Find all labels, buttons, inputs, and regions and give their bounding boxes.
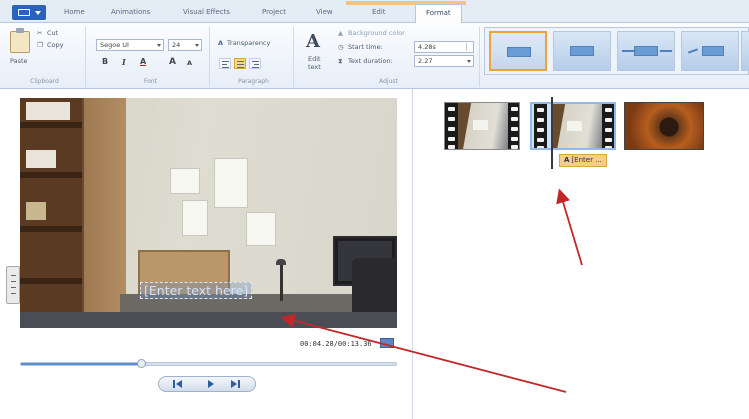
clipboard-group-label: Clipboard bbox=[30, 78, 59, 85]
bold-button[interactable]: B bbox=[102, 57, 108, 66]
workspace: [Enter text here] 00:04.28/00:13.36 A [E… bbox=[0, 89, 749, 419]
paragraph-group: A Transparency Paragraph bbox=[214, 27, 294, 87]
paste-icon bbox=[10, 28, 30, 53]
video-preview[interactable]: [Enter text here] bbox=[20, 98, 397, 328]
play-icon bbox=[208, 380, 214, 388]
seek-bar-progress bbox=[21, 363, 141, 365]
font-size-select[interactable]: 24 bbox=[168, 39, 202, 51]
effect-more[interactable] bbox=[741, 31, 749, 71]
edit-text-icon: A bbox=[306, 31, 320, 52]
effect-none[interactable] bbox=[489, 31, 547, 71]
text-duration-select[interactable]: 2.27 bbox=[414, 55, 474, 67]
font-family-value: Segoe UI bbox=[100, 41, 129, 49]
tab-project[interactable]: Project bbox=[262, 8, 286, 16]
text-effects-gallery bbox=[484, 27, 749, 75]
font-color-button[interactable]: A bbox=[140, 57, 146, 66]
paste-button[interactable]: Paste bbox=[4, 27, 36, 67]
caption-text-box[interactable]: [Enter text here] bbox=[140, 282, 253, 299]
file-menu-icon bbox=[18, 9, 30, 16]
font-group: Segoe UI 24 B I A A A Font bbox=[92, 27, 210, 87]
background-color-button[interactable]: ▲ Background color bbox=[338, 29, 428, 39]
video-floor bbox=[20, 312, 397, 328]
align-left-button[interactable] bbox=[219, 58, 231, 69]
start-time-input[interactable]: 4.28s bbox=[414, 41, 474, 53]
fullscreen-icon[interactable] bbox=[380, 338, 394, 348]
transparency-button[interactable]: A Transparency bbox=[218, 39, 290, 50]
playback-controls bbox=[158, 376, 256, 392]
effect-fly-in-left[interactable] bbox=[617, 31, 675, 71]
edit-text-label-line2: text bbox=[308, 63, 321, 71]
edit-text-label-line1: Edit bbox=[308, 55, 321, 63]
seek-thumb[interactable] bbox=[137, 359, 146, 368]
effect-fly-in-right[interactable] bbox=[681, 31, 739, 71]
grow-font-button[interactable]: A bbox=[169, 57, 176, 67]
background-color-label: Background color bbox=[348, 29, 405, 37]
video-paper bbox=[214, 158, 248, 208]
transparency-label: Transparency bbox=[227, 39, 271, 47]
copy-icon: ❐ bbox=[37, 41, 43, 49]
pane-splitter-handle[interactable] bbox=[6, 266, 20, 304]
adjust-group: A Edit text ▲ Background color ◷ Start t… bbox=[298, 27, 480, 87]
clipboard-group: Paste ✂ Cut ❐ Copy Clipboard bbox=[4, 27, 86, 87]
italic-button[interactable]: I bbox=[122, 57, 126, 67]
cut-icon: ✂ bbox=[37, 29, 43, 37]
tab-edit[interactable]: Edit bbox=[372, 8, 386, 16]
storyboard-clip[interactable] bbox=[624, 102, 704, 150]
preview-pane: [Enter text here] 00:04.28/00:13.36 bbox=[0, 89, 413, 419]
storyboard-clip-selected[interactable] bbox=[530, 102, 616, 150]
cut-button[interactable]: ✂ Cut bbox=[37, 29, 77, 39]
tab-view[interactable]: View bbox=[316, 8, 333, 16]
caption-icon: A bbox=[564, 156, 570, 164]
video-paper bbox=[246, 212, 276, 246]
font-group-label: Font bbox=[143, 78, 158, 85]
storyboard-pane: A [Enter ... bbox=[414, 89, 749, 419]
adjust-group-label: Adjust bbox=[379, 78, 398, 85]
transparency-icon: A bbox=[218, 39, 224, 47]
next-frame-button[interactable] bbox=[225, 379, 249, 389]
play-button[interactable] bbox=[199, 379, 223, 389]
tab-visual-effects[interactable]: Visual Effects bbox=[183, 8, 230, 16]
video-lamp bbox=[276, 259, 286, 301]
tab-format[interactable]: Format bbox=[415, 4, 462, 24]
cut-label: Cut bbox=[47, 29, 59, 37]
align-center-button[interactable] bbox=[234, 58, 246, 69]
tab-animations[interactable]: Animations bbox=[111, 8, 150, 16]
effect-fade[interactable] bbox=[553, 31, 611, 71]
caption-chip-label: [Enter ... bbox=[571, 156, 602, 164]
paragraph-group-label: Paragraph bbox=[238, 78, 269, 85]
clock-icon: ◷ bbox=[338, 43, 344, 51]
previous-frame-button[interactable] bbox=[169, 379, 193, 389]
edit-text-button[interactable]: A bbox=[304, 29, 324, 53]
chevron-down-icon bbox=[157, 44, 161, 47]
seek-bar[interactable] bbox=[20, 359, 397, 368]
paint-bucket-icon: ▲ bbox=[338, 29, 343, 37]
tab-home[interactable]: Home bbox=[64, 8, 85, 16]
video-paper bbox=[170, 168, 200, 194]
timecode: 00:04.28/00:13.36 bbox=[300, 340, 372, 348]
storyboard-clip[interactable] bbox=[444, 102, 520, 150]
paste-label: Paste bbox=[10, 57, 28, 65]
start-time-label: Start time: bbox=[348, 43, 383, 51]
start-time-value: 4.28s bbox=[418, 43, 436, 51]
video-bookshelf bbox=[20, 98, 82, 328]
file-menu-button[interactable] bbox=[12, 5, 46, 20]
text-duration-label: Text duration: bbox=[348, 57, 393, 65]
font-family-select[interactable]: Segoe UI bbox=[96, 39, 164, 51]
font-size-value: 24 bbox=[172, 41, 181, 49]
chevron-down-icon bbox=[467, 60, 471, 63]
ribbon-tab-bar: Home Animations Visual Effects Project V… bbox=[0, 0, 749, 24]
playhead-marker[interactable] bbox=[551, 97, 553, 169]
shrink-font-button[interactable]: A bbox=[187, 59, 192, 67]
chevron-down-icon bbox=[35, 11, 41, 15]
copy-label: Copy bbox=[47, 41, 64, 49]
spinner-icon[interactable] bbox=[466, 43, 472, 51]
text-duration-value: 2.27 bbox=[418, 57, 433, 65]
chevron-down-icon bbox=[195, 44, 199, 47]
caption-chip[interactable]: A [Enter ... bbox=[559, 154, 607, 167]
copy-button[interactable]: ❐ Copy bbox=[37, 41, 81, 51]
video-paper bbox=[182, 200, 208, 236]
align-right-button[interactable] bbox=[249, 58, 261, 69]
text-duration-icon: ⧗ bbox=[338, 57, 343, 65]
